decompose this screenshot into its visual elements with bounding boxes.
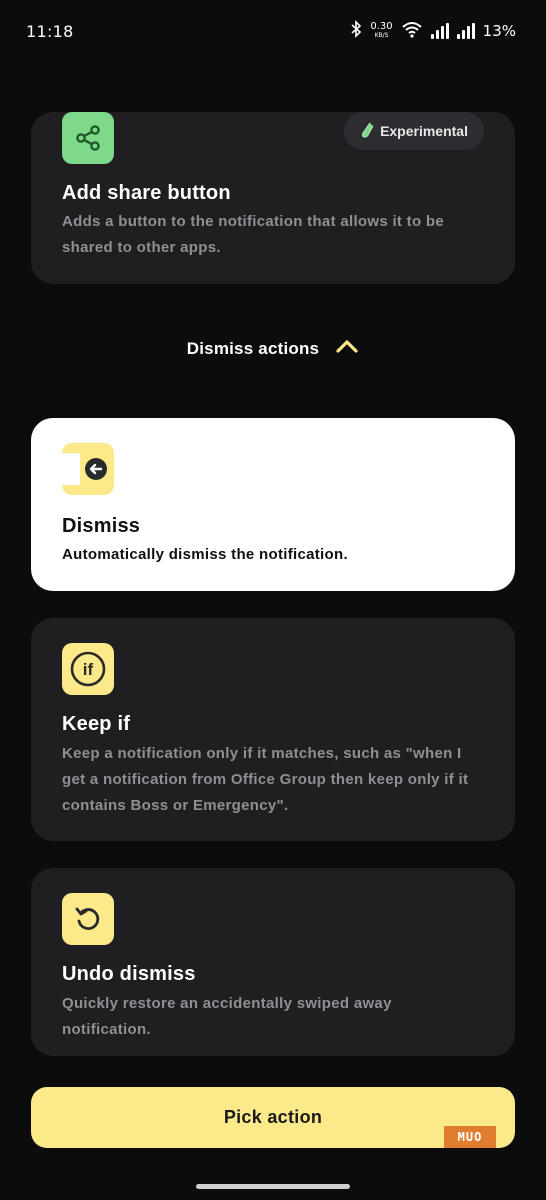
- dismiss-icon: [62, 443, 114, 495]
- card-description: Quickly restore an accidentally swiped a…: [62, 995, 392, 1038]
- app-screen: 11:18 0.30 KB/S 13% Experimental Add sha…: [0, 0, 546, 1200]
- watermark-logo: MUO: [444, 1126, 496, 1148]
- section-title: Dismiss actions: [186, 338, 320, 358]
- card-description: Keep a notification only if it matches, …: [62, 745, 469, 814]
- experimental-badge-label: Experimental: [380, 123, 468, 139]
- keep-if-action-card[interactable]: if Keep if Keep a notification only if i…: [31, 618, 515, 841]
- experimental-badge: Experimental: [344, 112, 484, 150]
- pick-action-button[interactable]: Pick action: [31, 1087, 515, 1148]
- bluetooth-icon: [350, 20, 362, 42]
- dismiss-action-card[interactable]: Dismiss Automatically dismiss the notifi…: [31, 418, 515, 591]
- battery-percent: 13%: [482, 22, 516, 40]
- signal-icon-2: [456, 23, 475, 39]
- dismiss-actions-header[interactable]: Dismiss actions: [0, 338, 546, 359]
- if-icon: if: [62, 643, 114, 695]
- status-bar: 11:18 0.30 KB/S 13%: [0, 0, 546, 64]
- chevron-up-icon: [335, 338, 359, 359]
- status-time: 11:18: [26, 22, 74, 41]
- wifi-icon: [401, 20, 423, 42]
- undo-dismiss-action-card[interactable]: Undo dismiss Quickly restore an accident…: [31, 868, 515, 1056]
- card-title: Dismiss: [62, 515, 141, 537]
- home-indicator[interactable]: [196, 1184, 350, 1189]
- add-share-button-card[interactable]: Experimental Add share button Adds a but…: [31, 112, 515, 284]
- test-tube-icon: [360, 122, 374, 141]
- if-icon-label: if: [83, 660, 94, 679]
- card-description: Automatically dismiss the notification.: [62, 546, 348, 563]
- status-icons: 0.30 KB/S 13%: [350, 20, 516, 42]
- network-speed-value: 0.30: [370, 21, 393, 32]
- share-icon: [62, 112, 114, 164]
- network-speed: 0.30 KB/S: [370, 22, 392, 40]
- card-description: Adds a button to the notification that a…: [62, 213, 445, 256]
- signal-icon-1: [430, 23, 449, 39]
- card-title: Add share button: [62, 182, 231, 204]
- undo-icon: [62, 893, 114, 945]
- card-title: Keep if: [62, 713, 131, 735]
- network-speed-unit: KB/S: [374, 32, 389, 39]
- card-title: Undo dismiss: [62, 963, 196, 985]
